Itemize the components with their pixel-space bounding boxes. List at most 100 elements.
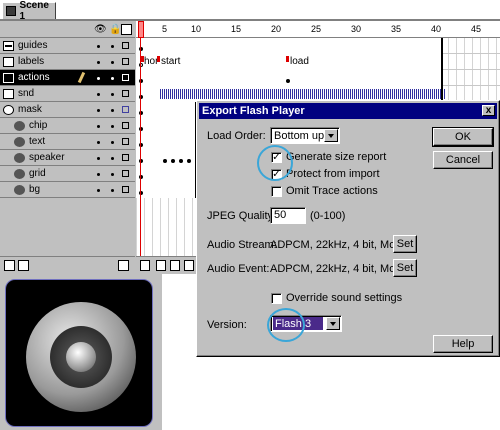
layer-labels[interactable]: labels — [0, 54, 135, 70]
layer-speaker[interactable]: speaker — [0, 150, 135, 166]
layer-name: bg — [29, 184, 41, 195]
ruler-number: 15 — [231, 24, 242, 34]
label-flag-icon — [157, 56, 160, 62]
lock-dot[interactable] — [111, 93, 114, 96]
checkbox-box[interactable] — [271, 185, 282, 197]
keyframe[interactable] — [171, 159, 175, 163]
outline-box[interactable] — [122, 138, 129, 145]
layer-name: actions — [18, 72, 50, 83]
outline-box[interactable] — [122, 122, 129, 129]
eye-icon[interactable]: 👁 — [94, 24, 107, 35]
keyframe[interactable] — [286, 79, 290, 83]
outline-box[interactable] — [122, 58, 129, 65]
visibility-dot[interactable] — [97, 77, 100, 80]
onion-outline-icon[interactable] — [170, 260, 180, 271]
visibility-dot[interactable] — [97, 45, 100, 48]
keyframe[interactable] — [179, 159, 183, 163]
outline-icon[interactable] — [121, 24, 132, 35]
close-icon[interactable]: x — [482, 105, 495, 116]
layer-snd[interactable]: snd — [0, 86, 135, 102]
stage-area — [0, 274, 162, 430]
frame-row-actions[interactable] — [136, 70, 500, 86]
lock-icon[interactable]: 🔒 — [109, 24, 121, 35]
layer-text[interactable]: text — [0, 134, 135, 150]
layer-grid[interactable]: grid — [0, 166, 135, 182]
visibility-dot[interactable] — [97, 189, 100, 192]
checkbox-label: Override sound settings — [286, 292, 403, 304]
outline-box[interactable] — [122, 74, 129, 81]
masked-layer-icon — [14, 120, 25, 131]
lock-dot[interactable] — [111, 141, 114, 144]
ruler-number: 10 — [191, 24, 202, 34]
layer-mask[interactable]: mask — [0, 102, 135, 118]
speaker-graphic[interactable] — [26, 302, 136, 412]
load-order-select[interactable]: Bottom up — [270, 127, 340, 144]
visibility-dot[interactable] — [97, 109, 100, 112]
scene-tab[interactable]: Scene 1 — [2, 0, 56, 22]
playhead[interactable] — [138, 21, 144, 38]
lock-dot[interactable] — [111, 157, 114, 160]
layer-guides[interactable]: guides — [0, 38, 135, 54]
outline-box[interactable] — [122, 186, 129, 193]
stage-canvas[interactable] — [5, 279, 153, 427]
keyframe[interactable] — [163, 159, 167, 163]
outline-box[interactable] — [122, 170, 129, 177]
lock-dot[interactable] — [111, 61, 114, 64]
lock-dot[interactable] — [111, 109, 114, 112]
edit-multiple-icon[interactable] — [184, 260, 194, 271]
frame-row-guides[interactable] — [136, 38, 500, 54]
lock-dot[interactable] — [111, 173, 114, 176]
layer-header: 👁 🔒 — [0, 21, 135, 38]
layer-actions[interactable]: actions — [0, 70, 135, 86]
visibility-dot[interactable] — [97, 173, 100, 176]
version-label: Version: — [207, 319, 247, 331]
layer-icon — [3, 56, 14, 67]
checkbox-box[interactable] — [271, 292, 282, 304]
outline-box[interactable] — [122, 90, 129, 97]
add-layer-icon[interactable] — [4, 260, 15, 271]
lock-dot[interactable] — [111, 45, 114, 48]
outline-box[interactable] — [122, 42, 129, 49]
frame-span — [136, 70, 442, 86]
keyframe[interactable] — [187, 159, 191, 163]
guide-layer-icon — [3, 40, 14, 51]
visibility-dot[interactable] — [97, 61, 100, 64]
audio-event-set-button[interactable]: Set — [393, 259, 417, 277]
audio-event-value: ADPCM, 22kHz, 4 bit, Mono — [270, 263, 408, 275]
masked-layer-icon — [14, 184, 25, 195]
visibility-dot[interactable] — [97, 141, 100, 144]
chevron-down-icon[interactable] — [324, 129, 338, 142]
layer-name: text — [29, 136, 46, 147]
checkbox-label: Protect from import — [286, 168, 380, 180]
omit-trace-checkbox[interactable]: Omit Trace actions — [271, 185, 378, 197]
add-guide-icon[interactable] — [18, 260, 29, 271]
chevron-down-icon[interactable] — [326, 317, 340, 330]
center-frame-icon[interactable] — [140, 260, 150, 271]
lock-dot[interactable] — [111, 189, 114, 192]
frame-row-labels[interactable]: hor start load — [136, 54, 500, 70]
onion-skin-icon[interactable] — [156, 260, 166, 271]
visibility-dot[interactable] — [97, 93, 100, 96]
frame-span — [136, 54, 442, 70]
dialog-titlebar[interactable]: Export Flash Player x — [199, 103, 497, 119]
help-button[interactable]: Help — [433, 335, 493, 353]
outline-box[interactable] — [122, 106, 129, 113]
frame-ruler[interactable]: 5 10 15 20 25 30 35 40 45 — [136, 21, 500, 38]
ok-button[interactable]: OK — [432, 127, 494, 147]
audio-stream-set-button[interactable]: Set — [393, 235, 417, 253]
layer-chip[interactable]: chip — [0, 118, 135, 134]
cancel-button[interactable]: Cancel — [433, 151, 493, 169]
trash-icon[interactable] — [118, 260, 129, 271]
ruler-number: 45 — [471, 24, 482, 34]
visibility-dot[interactable] — [97, 157, 100, 160]
audio-event-label: Audio Event: — [207, 263, 270, 275]
frame-span — [136, 118, 196, 134]
lock-dot[interactable] — [111, 77, 114, 80]
override-sound-checkbox[interactable]: Override sound settings — [271, 292, 402, 304]
lock-dot[interactable] — [111, 125, 114, 128]
layer-bg[interactable]: bg — [0, 182, 135, 198]
outline-box[interactable] — [122, 154, 129, 161]
jpeg-quality-input[interactable]: 50 — [270, 207, 306, 224]
visibility-dot[interactable] — [97, 125, 100, 128]
layer-name: mask — [18, 104, 42, 115]
